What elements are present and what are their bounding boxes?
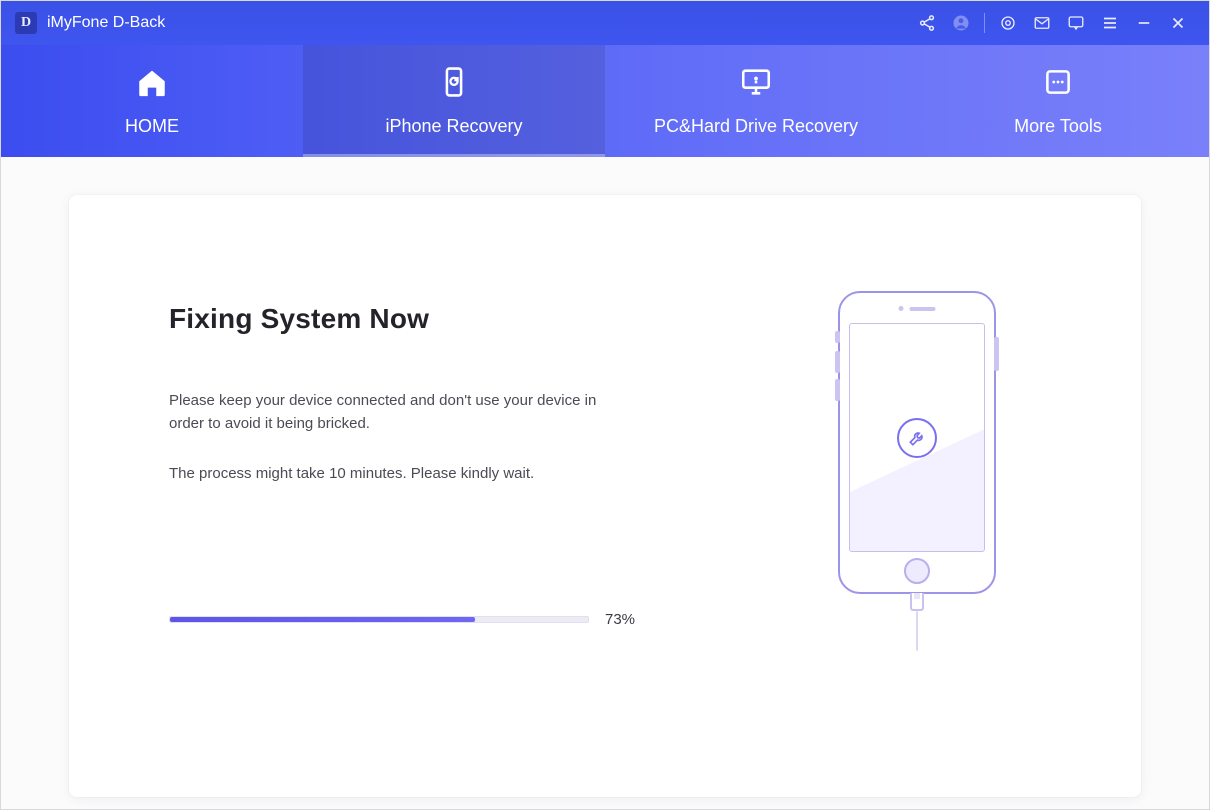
progress-bar (169, 616, 589, 623)
cable-plug (910, 593, 924, 611)
menu-icon[interactable] (1093, 6, 1127, 40)
settings-icon[interactable] (991, 6, 1025, 40)
account-icon[interactable] (944, 6, 978, 40)
monitor-icon (739, 65, 773, 104)
tab-label: HOME (125, 116, 179, 137)
tab-label: iPhone Recovery (385, 116, 522, 137)
share-icon[interactable] (910, 6, 944, 40)
tab-more-tools[interactable]: More Tools (907, 45, 1209, 157)
tab-label: More Tools (1014, 116, 1102, 137)
page-heading: Fixing System Now (169, 303, 664, 335)
home-icon (135, 65, 169, 104)
illustration-panel (694, 195, 1141, 797)
minimize-icon[interactable] (1127, 6, 1161, 40)
tab-iphone-recovery[interactable]: iPhone Recovery (303, 45, 605, 157)
instruction-line-1: Please keep your device connected and do… (169, 389, 599, 436)
cable-wire (916, 611, 918, 651)
progress-row: 73% (169, 611, 664, 628)
close-icon[interactable] (1161, 6, 1195, 40)
tab-home[interactable]: HOME (1, 45, 303, 157)
main-nav: HOME iPhone Recovery PC&Hard Drive Recov… (1, 45, 1209, 157)
app-title: iMyFone D-Back (47, 14, 165, 32)
phone-illustration (827, 291, 1007, 651)
content-area: Fixing System Now Please keep your devic… (1, 157, 1209, 809)
tab-label: PC&Hard Drive Recovery (654, 116, 858, 137)
wrench-icon (897, 418, 937, 458)
progress-percent-label: 73% (605, 611, 635, 628)
phone-refresh-icon (437, 65, 471, 104)
titlebar-separator (984, 13, 985, 33)
more-icon (1041, 65, 1075, 104)
feedback-icon[interactable] (1059, 6, 1093, 40)
titlebar: D iMyFone D-Back (1, 1, 1209, 45)
phone-outline (838, 291, 996, 594)
progress-fill (170, 617, 475, 622)
main-card: Fixing System Now Please keep your devic… (69, 195, 1141, 797)
tab-pc-recovery[interactable]: PC&Hard Drive Recovery (605, 45, 907, 157)
status-panel: Fixing System Now Please keep your devic… (69, 195, 694, 797)
instruction-line-2: The process might take 10 minutes. Pleas… (169, 462, 599, 485)
mail-icon[interactable] (1025, 6, 1059, 40)
app-logo: D (15, 12, 37, 34)
app-window: D iMyFone D-Back (0, 0, 1210, 810)
